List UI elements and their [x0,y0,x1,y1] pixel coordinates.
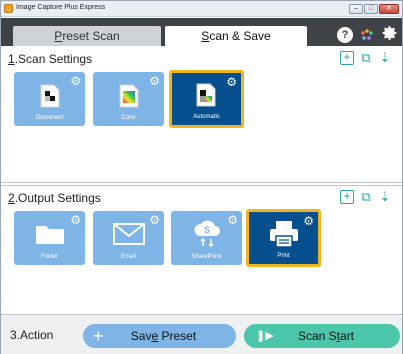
scan-settings-tools: + ⧉ ⇣ [332,51,392,67]
scan-card-color-label: Color [121,115,136,121]
document-icon [40,84,60,113]
scan-settings-mnemonic: 1 [8,52,15,66]
output-card-email-label: Email [120,254,136,260]
output-card-print[interactable]: ⚙ Print [246,209,321,267]
action-label: 3.Action [10,328,54,342]
folder-icon [35,223,65,250]
output-card-folder[interactable]: ⚙ Folder [14,211,85,265]
sort-output-settings-icon[interactable]: ⇣ [378,190,392,204]
add-scan-setting-icon[interactable]: + [340,51,354,65]
maximize-button[interactable]: □ [364,4,378,14]
card-settings-gear-icon[interactable]: ⚙ [149,214,160,226]
add-output-setting-icon[interactable]: + [340,190,354,204]
help-icon[interactable]: ? [337,27,353,43]
scan-card-document-label: Document [35,115,64,121]
card-settings-gear-icon[interactable]: ⚙ [70,75,81,87]
copy-scan-setting-icon[interactable]: ⧉ [359,51,373,65]
save-preset-button[interactable]: + Save Preset [83,324,236,348]
output-settings-title: 2.Output Settings [8,191,101,205]
output-card-sharepoint-label: SharePoint [191,254,222,260]
tab-scan-and-save-label: can & Save [209,29,271,43]
scan-start-button[interactable]: ❚▶ Scan Start [244,324,400,348]
tab-strip: Preset Scan Scan & Save ? [1,18,402,46]
output-settings-label: .Output Settings [14,191,101,205]
app-window: Image Capture Plus Express – □ ✕ Preset … [0,0,403,354]
card-settings-gear-icon[interactable]: ⚙ [303,215,314,227]
scan-start-label: Scan Start [297,329,355,343]
scan-card-document[interactable]: ⚙ Document [14,72,85,126]
svg-text:S: S [203,225,209,235]
copy-output-setting-icon[interactable]: ⧉ [359,190,373,204]
tab-preset-scan[interactable]: Preset Scan [13,26,161,46]
card-settings-gear-icon[interactable]: ⚙ [226,76,237,88]
action-bar: 3.Action + Save Preset ❚▶ Scan Start [1,314,402,354]
email-icon [112,223,145,250]
output-settings-section: 2.Output Settings + ⧉ ⇣ ⚙ Folder ⚙ Email… [1,185,402,313]
scan-settings-title: 1.Scan Settings [8,52,92,66]
card-settings-gear-icon[interactable]: ⚙ [227,214,238,226]
output-card-email[interactable]: ⚙ Email [93,211,164,265]
output-card-sharepoint[interactable]: ⚙ S SharePoint [171,211,242,265]
sort-scan-settings-icon[interactable]: ⇣ [378,51,392,65]
title-bar: Image Capture Plus Express – □ ✕ [1,1,402,17]
scan-card-automatic[interactable]: ⚙ Automatic [169,70,244,128]
settings-gear-icon[interactable] [382,25,398,41]
color-document-icon [119,84,139,113]
app-logo-icon [4,4,13,13]
output-card-print-label: Print [277,253,290,259]
save-preset-label: Save Preset [130,329,197,343]
output-card-folder-label: Folder [40,254,58,260]
sharepoint-cloud-icon: S [192,219,222,252]
tab-scan-and-save[interactable]: Scan & Save [165,26,307,46]
close-button[interactable]: ✕ [379,4,399,14]
scan-settings-label: .Scan Settings [14,52,93,66]
minimize-button[interactable]: – [349,4,363,14]
output-settings-tools: + ⧉ ⇣ [332,190,392,206]
scan-card-automatic-label: Automatic [193,114,220,120]
window-title: Image Capture Plus Express [16,4,106,11]
printer-icon [268,220,300,253]
automatic-document-icon [196,83,218,112]
dots-menu-icon[interactable] [359,27,375,43]
card-settings-gear-icon[interactable]: ⚙ [70,214,81,226]
output-settings-mnemonic: 2 [8,191,15,205]
scan-settings-section: 1.Scan Settings + ⧉ ⇣ ⚙ Document ⚙ Color… [1,47,402,183]
tab-preset-scan-label: reset Scan [62,29,120,43]
scan-card-color[interactable]: ⚙ Color [93,72,164,126]
card-settings-gear-icon[interactable]: ⚙ [149,75,160,87]
